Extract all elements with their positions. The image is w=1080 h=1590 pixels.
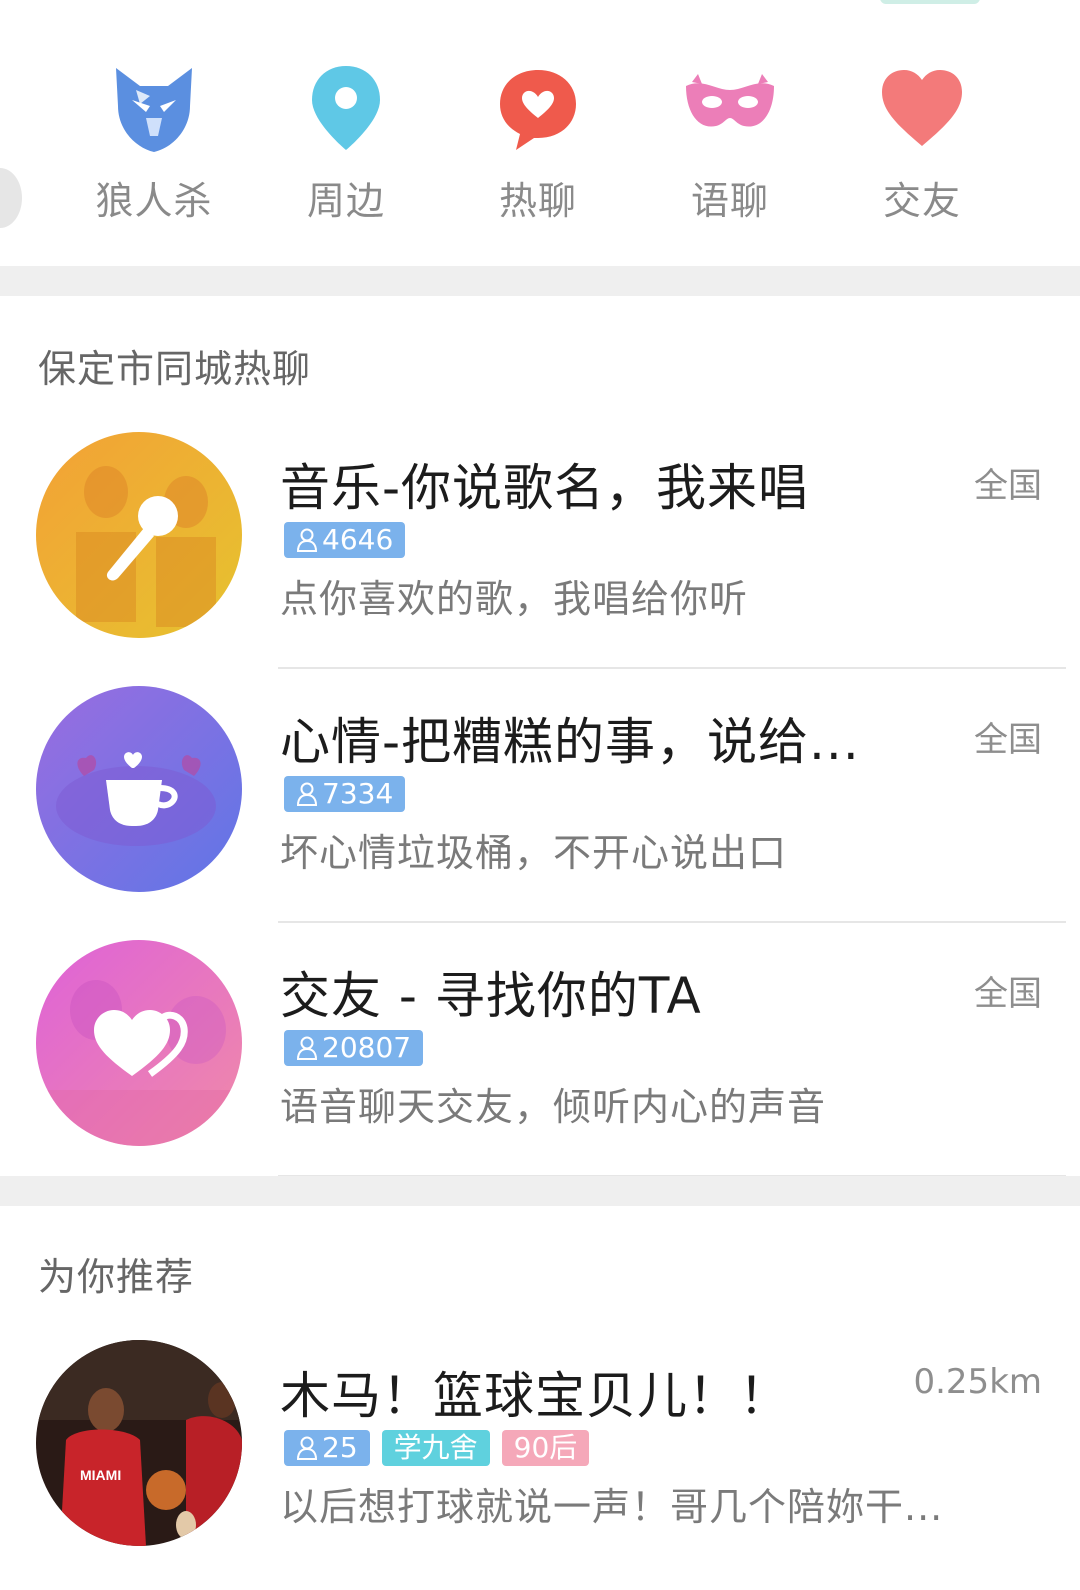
microphone-icon (106, 496, 178, 581)
room-description: 以后想打球就说一声！哥几个陪妳干... (280, 1485, 944, 1529)
room-title: 交友 - 寻找你的TA (280, 967, 702, 1025)
section-divider (0, 1176, 1080, 1206)
room-description: 坏心情垃圾桶，不开心说出口 (280, 831, 788, 875)
category-label: 狼人杀 (95, 179, 213, 223)
wolf-icon (116, 68, 192, 152)
category-voice-chat[interactable]: 语聊 (632, 56, 828, 226)
scroll-handle[interactable] (0, 168, 22, 228)
category-nearby[interactable]: 周边 (248, 56, 444, 226)
category-label: 交友 (882, 179, 961, 223)
avatar: MIAMI (36, 1340, 242, 1546)
badge-row: 25 学九舍 90后 (284, 1430, 590, 1468)
age-badge: 90后 (501, 1430, 590, 1466)
member-count: 4646 (322, 523, 394, 556)
section-title-recommend: 为你推荐 (38, 1255, 195, 1299)
member-count: 25 (322, 1431, 358, 1464)
list-item[interactable]: 交友 - 寻找你的TA 全国 20807 语音聊天交友，倾听内心的声音 (0, 922, 1080, 1177)
avatar (36, 686, 242, 892)
section-divider (0, 266, 1080, 296)
category-dating[interactable]: 交友 (824, 56, 1020, 226)
room-title: 心情-把糟糕的事，说给... (280, 713, 860, 771)
badge-row: 7334 (284, 776, 406, 814)
section-title-local: 保定市同城热聊 (38, 347, 312, 391)
badge-row: 4646 (284, 522, 406, 560)
person-icon (296, 782, 318, 806)
member-count-badge: 4646 (284, 522, 406, 558)
svg-text:MIAMI: MIAMI (80, 1467, 121, 1483)
location-pin-icon (312, 66, 380, 150)
badge-row: 20807 (284, 1030, 424, 1068)
heart-icon (882, 70, 962, 146)
category-label: 语聊 (690, 179, 769, 223)
room-description: 点你喜欢的歌，我唱给你听 (280, 577, 749, 621)
school-badge: 学九舍 (381, 1430, 490, 1466)
list-item[interactable]: 音乐-你说歌名，我来唱 全国 4646 点你喜欢的歌，我唱给你听 (0, 414, 1080, 669)
double-heart-icon (94, 1010, 188, 1077)
member-count: 7334 (322, 777, 394, 810)
person-icon (296, 528, 318, 552)
room-title: 音乐-你说歌名，我来唱 (280, 459, 810, 517)
person-icon (296, 1436, 318, 1460)
member-count-badge: 20807 (284, 1030, 424, 1066)
avatar (36, 432, 242, 638)
room-description: 语音聊天交友，倾听内心的声音 (280, 1085, 827, 1129)
member-count: 20807 (322, 1031, 412, 1064)
distance: 0.25km (913, 1362, 1042, 1402)
list-item[interactable]: 心情-把糟糕的事，说给... 全国 7334 坏心情垃圾桶，不开心说出口 (0, 668, 1080, 923)
coffee-cup-heart-icon (106, 752, 178, 826)
category-werewolf[interactable]: 狼人杀 (56, 56, 252, 226)
list-item[interactable]: MIAMI 木马！篮球宝贝儿！！ 0.25km 25 学九舍 90后 以后想打球… (0, 1322, 1080, 1577)
category-bar: 狼人杀 周边 热聊 语聊 交友 (56, 56, 1036, 236)
room-scope: 全国 (974, 720, 1042, 760)
person-icon (296, 1036, 318, 1060)
category-label: 周边 (306, 179, 385, 223)
category-hot-chat[interactable]: 热聊 (440, 56, 636, 226)
avatar (36, 940, 242, 1146)
room-scope: 全国 (974, 974, 1042, 1014)
category-label: 热聊 (498, 179, 577, 223)
member-count-badge: 25 (284, 1430, 370, 1466)
top-indicator (880, 0, 980, 4)
room-title: 木马！篮球宝贝儿！！ (280, 1367, 790, 1425)
mask-icon (686, 74, 774, 127)
member-count-badge: 7334 (284, 776, 406, 812)
chat-heart-icon (500, 70, 576, 150)
room-scope: 全国 (974, 466, 1042, 506)
